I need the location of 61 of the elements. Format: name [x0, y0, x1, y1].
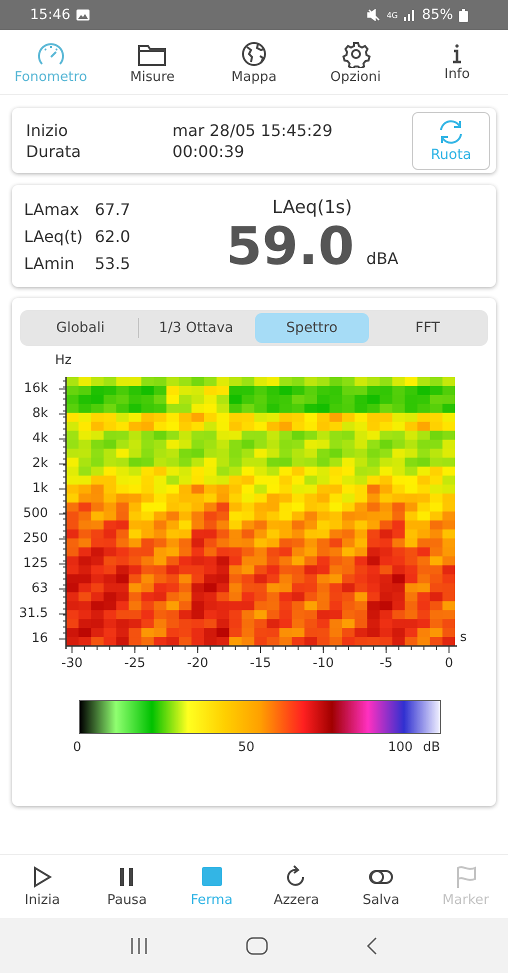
nav-tab[interactable]: Opzioni — [304, 30, 406, 94]
field-value: mar 28/05 15:45:29 — [172, 120, 334, 140]
field-label: Durata — [26, 140, 82, 162]
view-tab[interactable]: Globali — [23, 313, 138, 343]
scale-label: 0 — [73, 740, 82, 755]
gear-icon — [340, 40, 372, 68]
nav-tab[interactable]: Info — [406, 30, 508, 94]
y-tick-label: 8k — [32, 406, 48, 421]
scale-unit: dB — [423, 740, 440, 755]
scale-label: 100 — [388, 740, 413, 755]
home-icon[interactable] — [246, 936, 268, 954]
image-icon — [76, 9, 90, 21]
back-icon[interactable] — [365, 936, 380, 956]
toolbar-button[interactable]: Azzera — [254, 855, 339, 918]
nav-tab[interactable]: Misure — [102, 30, 204, 94]
battery-percent: 85% — [422, 7, 453, 23]
main-level-label: LAeq(1s) — [272, 196, 352, 218]
y-tick-label: 16 — [31, 631, 48, 646]
level-value: 62.0 — [94, 226, 130, 248]
x-tick-label: -15 — [248, 656, 272, 671]
field-value: 00:00:39 — [172, 140, 246, 162]
level-value: 53.5 — [94, 252, 130, 274]
network-type: 4G — [386, 10, 398, 20]
view-tab[interactable]: Spettro — [254, 313, 370, 343]
y-tick-label: 16k — [24, 381, 48, 396]
field-label: Inizio — [26, 120, 69, 140]
scale-label: 50 — [238, 740, 255, 755]
level-label: LAeq(t) — [24, 226, 83, 248]
recent-apps-icon[interactable] — [128, 936, 149, 954]
x-tick-label: -25 — [123, 656, 146, 671]
x-tick-label: -5 — [378, 656, 394, 671]
y-tick-label: 250 — [23, 531, 48, 546]
x-axis-unit: s — [460, 630, 467, 645]
level-value: 67.7 — [94, 198, 130, 220]
x-tick-label: -10 — [312, 656, 335, 671]
signal-icon — [404, 9, 416, 21]
y-tick-label: 2k — [32, 456, 48, 471]
status-time: 15:46 — [30, 7, 70, 23]
level-label: LAmin — [24, 252, 76, 274]
x-tick-label: -20 — [186, 656, 210, 671]
nav-tab[interactable]: Mappa — [203, 30, 305, 94]
y-tick-label: 4k — [32, 431, 48, 446]
mute-icon — [366, 9, 381, 21]
toolbar-button[interactable]: Pausa — [84, 855, 170, 918]
main-level-unit: dBA — [366, 248, 398, 268]
view-tab[interactable]: 1/3 Ottava — [138, 313, 254, 343]
info-icon — [451, 42, 464, 64]
y-axis-unit: Hz — [55, 353, 72, 368]
battery-icon — [459, 8, 468, 22]
view-tab[interactable]: FFT — [370, 313, 485, 343]
toolbar-button[interactable]: Salva — [338, 855, 424, 918]
y-tick-label: 63 — [31, 581, 48, 596]
y-tick-label: 500 — [23, 506, 48, 521]
x-tick-label: -30 — [60, 656, 84, 671]
y-tick-label: 1k — [32, 481, 48, 496]
toolbar-button[interactable]: Inizia — [0, 855, 85, 918]
level-label: LAmax — [24, 198, 80, 220]
y-tick-label: 125 — [23, 556, 48, 571]
x-tick-label: 0 — [444, 656, 454, 671]
main-level-value: 59.0 — [226, 218, 354, 276]
y-tick-label: 31.5 — [19, 606, 48, 621]
